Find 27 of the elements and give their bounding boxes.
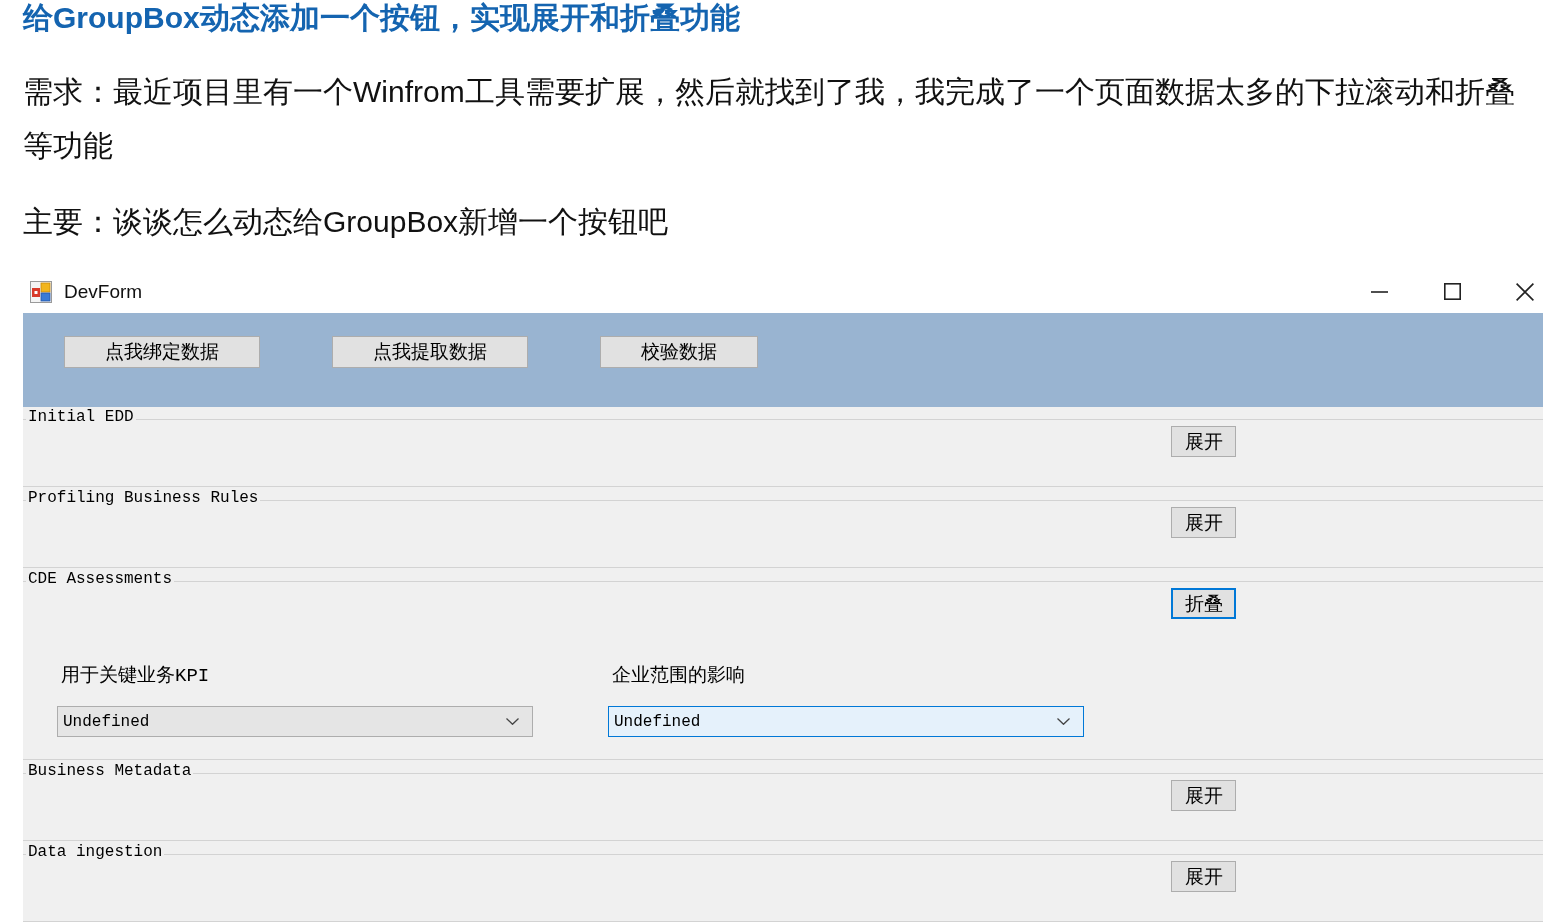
chevron-down-icon [1057, 718, 1070, 725]
toggle-button[interactable]: 展开 [1171, 426, 1236, 457]
group-title: Profiling Business Rules [27, 489, 260, 507]
toggle-button[interactable]: 展开 [1171, 507, 1236, 538]
window-title: DevForm [64, 280, 143, 303]
maximize-icon [1443, 283, 1461, 300]
field-label: 企业范围的影响 [611, 667, 745, 686]
toolbar-button[interactable]: 校验数据 [600, 336, 758, 368]
dropdown[interactable]: Undefined [608, 706, 1084, 737]
toggle-button[interactable]: 展开 [1171, 780, 1236, 811]
toolbar-button[interactable]: 点我提取数据 [332, 336, 528, 368]
dropdown[interactable]: Undefined [57, 706, 533, 737]
group-title: Initial EDD [27, 408, 135, 426]
group-title: Business Metadata [27, 762, 193, 780]
toggle-button[interactable]: 展开 [1171, 861, 1236, 892]
group-title: CDE Assessments [27, 570, 174, 588]
article-paragraph: 需求：最近项目里有一个Winfrom工具需要扩展，然后就找到了我，我完成了一个页面数据太多的下拉滚动和折叠等功能 [23, 74, 1516, 164]
chevron-down-icon [506, 718, 519, 725]
toggle-button[interactable]: 折叠 [1171, 588, 1236, 619]
minimize-icon [1370, 290, 1388, 293]
article-heading: 给GroupBox动态添加一个按钮，实现展开和折叠功能 [23, 0, 740, 36]
toolbar-button[interactable]: 点我绑定数据 [64, 336, 260, 368]
app-window-icon [30, 280, 52, 303]
article-paragraph: 主要：谈谈怎么动态给GroupBox新增一个按钮吧 [23, 204, 670, 240]
field-label: 用于关键业务KPI [60, 667, 210, 686]
close-icon [1516, 282, 1534, 301]
group-title: Data ingestion [27, 843, 164, 861]
